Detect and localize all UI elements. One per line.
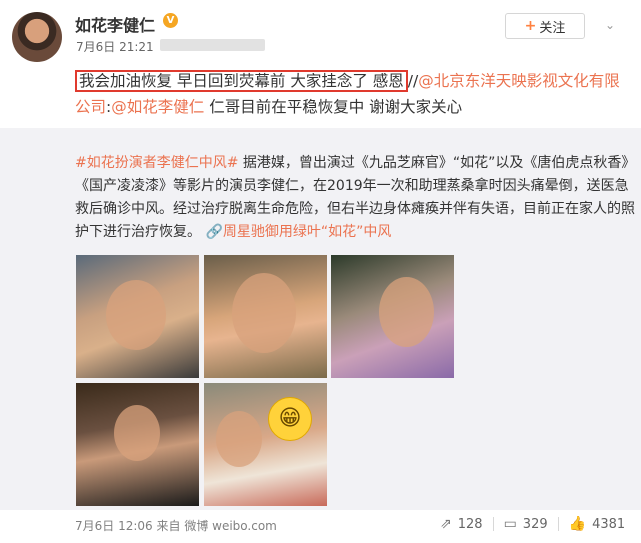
photo-3[interactable] xyxy=(331,255,454,378)
thumbs-up-icon: 👍 xyxy=(568,516,587,532)
photo-2[interactable] xyxy=(204,255,327,378)
link-icon: 🔗 xyxy=(205,224,223,240)
follow-button-label: 关注 xyxy=(539,20,566,36)
action-bar: ⇗ 128 ▭ 329 👍 4381 xyxy=(430,514,635,534)
avatar[interactable] xyxy=(12,12,62,62)
repost-count: 128 xyxy=(457,516,483,532)
like-button[interactable]: 👍 4381 xyxy=(559,516,636,532)
verified-badge-icon: V xyxy=(163,13,178,28)
repost-source: 来自 微博 weibo.com xyxy=(156,519,277,533)
photo-1[interactable] xyxy=(76,255,199,378)
mention-link-user[interactable]: @如花李健仁 xyxy=(111,98,204,116)
article-link[interactable]: 周星驰御用绿叶“如花”中风 xyxy=(223,224,392,240)
blurred-source xyxy=(160,39,265,51)
photo-4[interactable] xyxy=(76,383,199,506)
comment-button[interactable]: ▭ 329 xyxy=(494,516,558,532)
hashtag-link[interactable]: #如花扮演者李健仁中风# xyxy=(75,155,238,171)
chevron-down-icon[interactable]: ⌄ xyxy=(605,19,615,31)
highlighted-text: 我会加油恢复 早日回到荧幕前 大家挂念了 感恩 xyxy=(75,70,408,92)
repost-button[interactable]: ⇗ 128 xyxy=(430,516,493,532)
repost-meta: 7月6日 12:06 来自 微博 weibo.com xyxy=(75,517,277,534)
plus-icon: + xyxy=(524,18,537,34)
emoji-face-icon: 😁 xyxy=(268,397,312,441)
comment-icon: ▭ xyxy=(503,516,517,532)
post-timestamp[interactable]: 7月6日 21:21 xyxy=(76,38,154,55)
repost-text: #如花扮演者李健仁中风# 据港媒，曾出演过《九品芝麻官》“如花”以及《唐伯虎点秋… xyxy=(75,152,635,244)
username[interactable]: 如花李健仁 xyxy=(75,12,155,36)
repost-date[interactable]: 7月6日 12:06 xyxy=(75,519,153,533)
photo-5[interactable] xyxy=(204,383,327,506)
repost-separator: // xyxy=(407,72,419,90)
follow-button[interactable]: + 关注 xyxy=(505,13,585,39)
post-rest-text: 仁哥目前在平稳恢复中 谢谢大家关心 xyxy=(204,98,463,116)
share-icon: ⇗ xyxy=(440,516,452,532)
like-count: 4381 xyxy=(592,516,626,532)
post-text: 我会加油恢复 早日回到荧幕前 大家挂念了 感恩//@北京东洋天映影视文化有限公司… xyxy=(75,68,635,120)
comment-count: 329 xyxy=(522,516,548,532)
